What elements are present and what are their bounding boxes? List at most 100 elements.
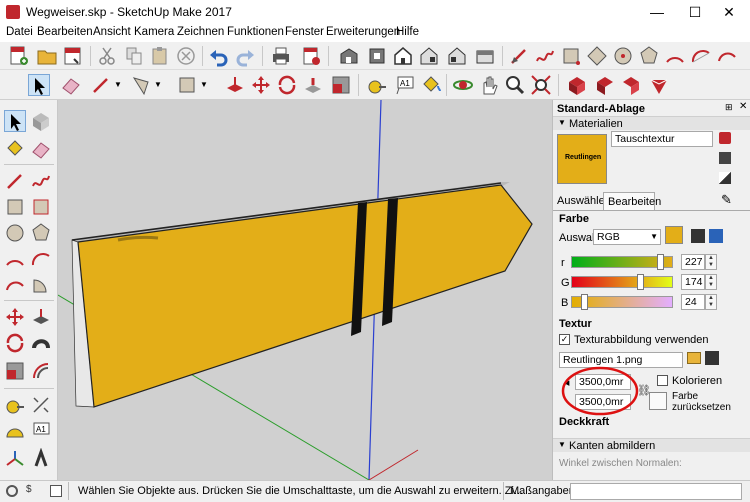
current-color-swatch[interactable] (665, 226, 683, 244)
menu-datei[interactable]: Datei (6, 26, 33, 38)
circle-tool-icon[interactable] (4, 222, 26, 244)
create-material-icon[interactable] (719, 132, 731, 144)
tab-bearbeiten[interactable]: Bearbeiten (603, 192, 661, 210)
b-slider[interactable] (571, 294, 673, 310)
materials-panel-header[interactable]: ▼ Materialien (553, 116, 750, 130)
arc-icon[interactable] (664, 45, 686, 67)
freehand-icon[interactable] (534, 45, 556, 67)
g-slider-thumb[interactable] (636, 274, 644, 290)
arc-tool-icon[interactable] (130, 74, 152, 96)
close-button[interactable]: ✕ (706, 0, 750, 24)
protractor-tool-icon[interactable] (4, 420, 26, 442)
three-point-arc-icon[interactable] (716, 45, 738, 67)
rotate-icon[interactable] (276, 74, 298, 96)
circle-icon[interactable] (612, 45, 634, 67)
follow-me-icon[interactable] (302, 74, 324, 96)
screen-color-icon[interactable] (709, 229, 723, 243)
drawing-viewport[interactable] (58, 100, 552, 480)
line-icon[interactable] (508, 45, 530, 67)
three-point-arc-tool-icon[interactable] (4, 274, 26, 296)
rotate-tool-icon[interactable] (4, 332, 26, 354)
eyedropper-icon[interactable]: ✎ (721, 192, 732, 208)
text-tool-icon[interactable]: A1 (30, 420, 52, 442)
cut-icon[interactable] (96, 45, 118, 67)
browse-folder-icon[interactable] (687, 352, 701, 364)
extension-warehouse-icon[interactable] (648, 74, 670, 96)
shape-dropdown-icon[interactable]: ▼ (200, 80, 208, 89)
menu-funktionen[interactable]: Funktionen (227, 26, 284, 38)
g-value-input[interactable]: 174 (681, 274, 705, 290)
zoom-extents-icon[interactable] (530, 74, 552, 96)
copy-icon[interactable] (123, 45, 145, 67)
move-tool-icon[interactable] (4, 306, 26, 328)
axes-tool-icon[interactable] (4, 448, 26, 470)
pan-icon[interactable] (478, 74, 500, 96)
move-icon[interactable] (250, 74, 272, 96)
texture-checkbox[interactable]: ✓ (559, 334, 570, 345)
pie-tool-icon[interactable] (30, 274, 52, 296)
3d-text-tool-icon[interactable] (30, 447, 52, 470)
menu-fenster[interactable]: Fenster (285, 26, 324, 38)
make-component-icon[interactable] (30, 110, 52, 132)
select-icon[interactable] (28, 74, 50, 96)
push-pull-icon[interactable] (224, 74, 246, 96)
polygon-tool-icon[interactable] (30, 222, 52, 244)
r-spinner[interactable]: ▲ ▼ (705, 254, 717, 270)
rectangle-icon[interactable] (560, 45, 582, 67)
redo-icon[interactable] (234, 45, 256, 67)
menu-kamera[interactable]: Kamera (134, 26, 174, 38)
line-tool-left-icon[interactable] (4, 170, 26, 192)
orbit-icon[interactable] (452, 74, 474, 96)
r-value-input[interactable]: 227 (681, 254, 705, 270)
freehand-tool-icon[interactable] (30, 170, 52, 192)
save-icon[interactable] (62, 45, 84, 67)
follow-me-tool-icon[interactable] (30, 332, 52, 354)
zoom-icon[interactable] (504, 74, 526, 96)
menu-erweiterungen[interactable]: Erweiterungen (326, 26, 400, 38)
user-icon[interactable] (50, 485, 62, 497)
rotated-rect-tool-icon[interactable] (30, 196, 52, 218)
eraser-icon[interactable] (60, 74, 82, 96)
rectangle-tool-icon[interactable] (4, 196, 26, 218)
share-component-icon[interactable] (620, 74, 642, 96)
r-slider-thumb[interactable] (656, 254, 664, 270)
polygon-icon[interactable] (638, 45, 660, 67)
paint-bucket-icon[interactable] (420, 74, 442, 96)
line-tool-icon[interactable] (90, 74, 112, 96)
g-spinner[interactable]: ▲ ▼ (705, 274, 717, 290)
new-file-icon[interactable] (8, 45, 30, 67)
right-view-icon[interactable] (418, 45, 440, 67)
menu-hilfe[interactable]: Hilfe (396, 26, 419, 38)
warehouse-icon[interactable] (566, 74, 588, 96)
dimension-tool-icon[interactable] (30, 394, 52, 416)
print-icon[interactable] (270, 45, 292, 67)
kanten-panel-header[interactable]: ▼ Kanten abmildern (553, 438, 750, 452)
reset-color-swatch[interactable] (649, 392, 667, 410)
menu-ansicht[interactable]: Ansicht (93, 26, 131, 38)
r-slider[interactable] (571, 254, 673, 270)
front-view-icon[interactable] (392, 45, 414, 67)
measurements-input[interactable] (570, 483, 742, 500)
text-icon[interactable]: A1 (394, 74, 416, 96)
tape-measure-icon[interactable] (366, 74, 388, 96)
iso-view-icon[interactable] (338, 45, 360, 67)
match-color-icon[interactable] (691, 229, 705, 243)
paste-icon[interactable] (149, 45, 171, 67)
share-model-icon[interactable] (594, 74, 616, 96)
menu-zeichnen[interactable]: Zeichnen (177, 26, 224, 38)
arc-dropdown-icon[interactable]: ▼ (154, 80, 162, 89)
delete-icon[interactable] (175, 45, 197, 67)
edit-texture-icon[interactable] (705, 351, 719, 365)
select-tool-icon[interactable] (4, 110, 26, 132)
left-view-icon[interactable] (474, 45, 496, 67)
pin-icon[interactable]: ⊞ (725, 102, 733, 113)
credits-icon[interactable]: $ (26, 484, 32, 495)
b-spinner[interactable]: ▲ ▼ (705, 294, 717, 310)
scale-tool-icon[interactable] (4, 360, 26, 382)
offset-tool-icon[interactable] (30, 360, 52, 382)
arc-tool-left-icon[interactable] (4, 248, 26, 270)
g-slider[interactable] (571, 274, 673, 290)
eraser-tool-icon[interactable] (30, 138, 52, 160)
color-mode-select[interactable]: RGB ▼ (593, 229, 661, 245)
menu-bearbeiten[interactable]: Bearbeiten (37, 26, 93, 38)
